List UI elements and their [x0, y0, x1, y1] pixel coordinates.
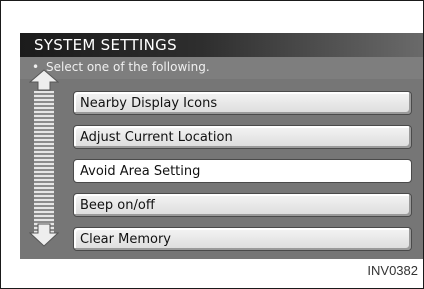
arrow-down-icon[interactable]	[29, 223, 59, 247]
menu-item-label: Beep on/off	[80, 198, 155, 213]
menu-item-clear-memory[interactable]: Clear Memory	[73, 227, 412, 251]
menu-item-label: Avoid Area Setting	[80, 164, 201, 179]
menu-item-label: Adjust Current Location	[80, 130, 233, 145]
menu-item-label: Clear Memory	[80, 232, 171, 247]
screen-title: SYSTEM SETTINGS	[34, 36, 177, 54]
menu-item-label: Nearby Display Icons	[80, 96, 218, 111]
menu-item-nearby-display-icons[interactable]: Nearby Display Icons	[73, 91, 412, 115]
menu-item-adjust-current-location[interactable]: Adjust Current Location	[73, 125, 412, 149]
menu-item-avoid-area-setting[interactable]: Avoid Area Setting	[73, 159, 412, 183]
figure-frame: SYSTEM SETTINGS • Select one of the foll…	[0, 0, 424, 289]
system-settings-screen: SYSTEM SETTINGS • Select one of the foll…	[20, 33, 423, 259]
title-bar: SYSTEM SETTINGS	[20, 33, 423, 57]
menu-item-beep-on-off[interactable]: Beep on/off	[73, 193, 412, 217]
scrollbar-track[interactable]	[34, 91, 54, 237]
instruction-row: • Select one of the following.	[20, 57, 423, 79]
instruction-text: Select one of the following.	[46, 60, 210, 74]
arrow-up-icon[interactable]	[29, 69, 59, 91]
figure-code: INV0382	[367, 263, 418, 278]
